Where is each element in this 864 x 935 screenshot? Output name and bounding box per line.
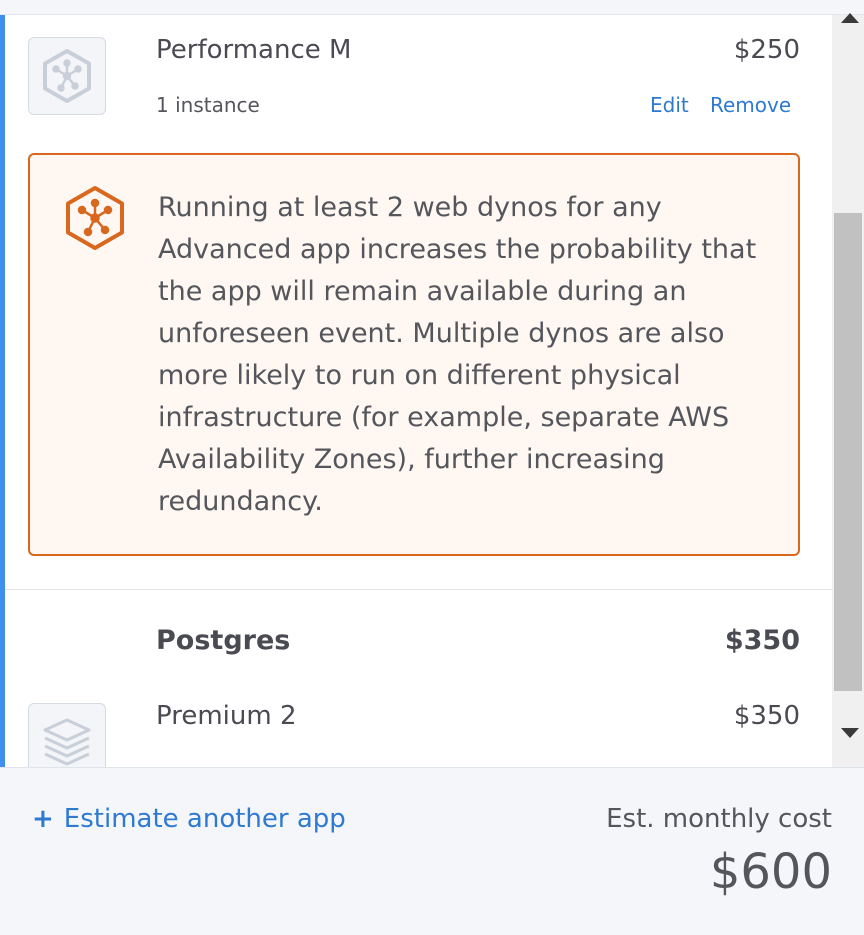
remove-link[interactable]: Remove — [710, 93, 791, 117]
top-band — [0, 0, 864, 15]
database-stack-icon — [43, 718, 91, 766]
section-divider — [5, 589, 832, 590]
scrollbar[interactable] — [832, 15, 864, 767]
monthly-cost-label: Est. monthly cost — [606, 804, 832, 834]
plus-icon: + — [32, 804, 54, 834]
alert-icon-wrap — [64, 185, 126, 255]
dyno-hexagon-icon — [66, 186, 124, 250]
dyno-price: $250 — [733, 35, 800, 65]
postgres-tile — [28, 703, 106, 767]
dyno-name: Performance M — [156, 35, 352, 65]
scrollbar-thumb[interactable] — [834, 213, 862, 691]
redundancy-alert: Running at least 2 web dynos for any Adv… — [28, 153, 800, 556]
addon-category: Postgres — [156, 625, 291, 656]
edit-link[interactable]: Edit — [650, 93, 689, 117]
estimate-another-app-label: Estimate another app — [63, 804, 346, 834]
dyno-hexagon-icon — [43, 49, 91, 103]
addon-plan: Premium 2 — [156, 701, 297, 731]
estimate-panel: Performance M $250 1 instance Edit Remov… — [0, 15, 832, 767]
scroll-up-arrow-icon[interactable] — [841, 13, 859, 23]
dyno-tile — [28, 37, 106, 115]
scroll-down-arrow-icon[interactable] — [841, 728, 859, 738]
alert-message: Running at least 2 web dynos for any Adv… — [158, 192, 757, 517]
monthly-cost-total: $600 — [709, 844, 832, 900]
addon-plan-price: $350 — [733, 701, 800, 731]
estimate-footer: + Estimate another app Est. monthly cost … — [0, 767, 864, 935]
accent-bar — [0, 15, 5, 767]
addon-category-price: $350 — [724, 625, 800, 656]
estimate-another-app-link[interactable]: + Estimate another app — [32, 804, 346, 834]
dyno-instances: 1 instance — [156, 93, 260, 117]
